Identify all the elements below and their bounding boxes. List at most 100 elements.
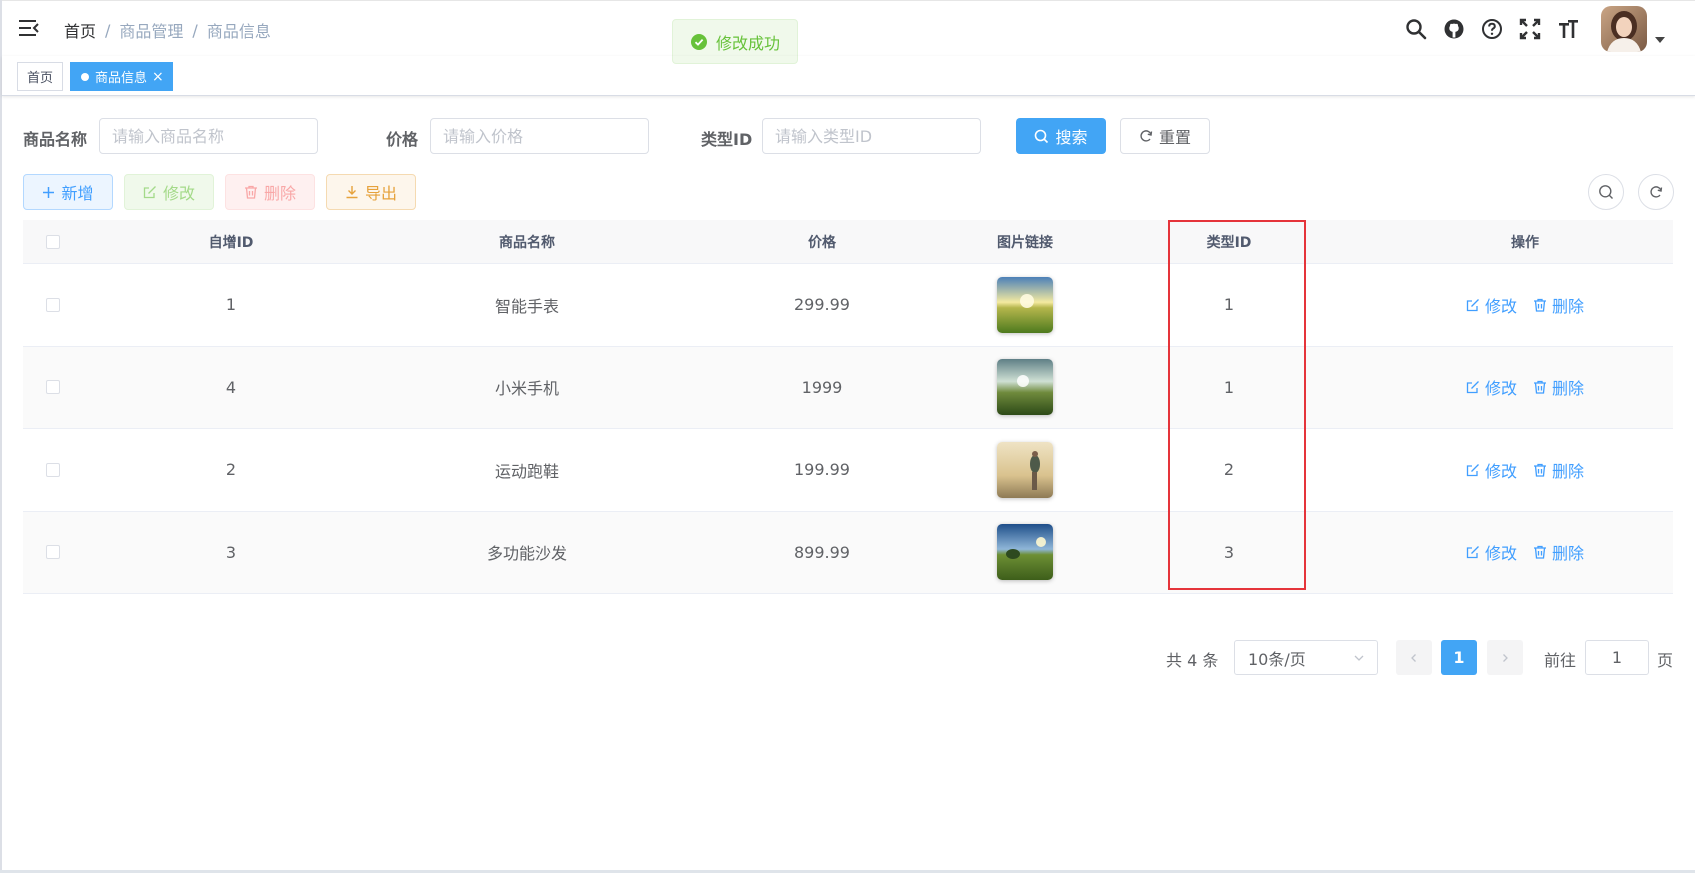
edit-button-label: 修改: [162, 184, 195, 203]
pagination-total: 共 4 条: [1166, 651, 1219, 670]
goto-label: 前往: [1544, 651, 1577, 670]
page-size-select[interactable]: 10条/页: [1234, 640, 1378, 675]
edit-button[interactable]: 修改: [124, 174, 214, 210]
search-icon: [1599, 185, 1613, 199]
cell-id: 4: [225, 377, 237, 397]
refresh-icon: [1650, 186, 1663, 198]
cell-name: 多功能沙发: [486, 544, 567, 564]
page-number-1[interactable]: 1: [1441, 640, 1477, 675]
font-size-icon[interactable]: [1549, 10, 1587, 48]
prev-page-button[interactable]: [1396, 640, 1432, 675]
chevron-down-icon: [1354, 655, 1364, 661]
add-button[interactable]: 新增: [23, 174, 113, 210]
cell-id: 1: [225, 295, 237, 315]
row-edit-button[interactable]: 修改: [1466, 458, 1517, 482]
toast-message: 修改成功: [716, 33, 781, 53]
active-dot-icon: [81, 72, 89, 81]
row-checkbox[interactable]: [46, 380, 60, 395]
type-id-input[interactable]: [762, 118, 981, 154]
cell-price: 899.99: [794, 542, 850, 562]
breadcrumb-separator: /: [105, 20, 111, 40]
reset-button[interactable]: 重置: [1120, 118, 1210, 154]
left-border: [0, 0, 2, 873]
chevron-left-icon: [1411, 653, 1416, 662]
close-icon[interactable]: ×: [152, 70, 164, 84]
breadcrumb-home[interactable]: 首页: [64, 18, 96, 42]
check-circle-icon: [691, 33, 707, 50]
row-delete-button[interactable]: 删除: [1533, 540, 1584, 564]
row-checkbox[interactable]: [46, 297, 60, 312]
search-icon[interactable]: [1397, 10, 1435, 48]
column-header-actions: 操作: [1511, 234, 1539, 251]
search-button[interactable]: 搜索: [1016, 118, 1106, 154]
highlight-box: [1168, 220, 1306, 590]
row-edit-button[interactable]: 修改: [1466, 540, 1517, 564]
toggle-search-button[interactable]: [1588, 174, 1624, 210]
avatar[interactable]: [1601, 6, 1647, 52]
product-image[interactable]: [997, 276, 1053, 333]
export-button[interactable]: 导出: [326, 174, 416, 210]
fullscreen-icon[interactable]: [1511, 10, 1549, 48]
edit-icon: [143, 186, 156, 199]
navbar: 首页 / 商品管理 / 商品信息: [2, 0, 1695, 56]
export-button-label: 导出: [364, 184, 397, 203]
next-page-button[interactable]: [1487, 640, 1523, 675]
page-size-value: 10条/页: [1248, 649, 1306, 669]
search-button-label: 搜索: [1055, 128, 1088, 147]
trash-icon: [1534, 298, 1546, 312]
price-input[interactable]: [430, 118, 649, 154]
goto-page-input[interactable]: [1585, 640, 1649, 675]
product-image[interactable]: [997, 441, 1053, 498]
column-header-name: 商品名称: [499, 234, 555, 251]
type-id-label: 类型ID: [701, 130, 753, 149]
row-delete-button[interactable]: 删除: [1533, 375, 1584, 399]
edit-icon: [1466, 298, 1479, 311]
github-icon[interactable]: [1435, 10, 1473, 48]
product-name-label: 商品名称: [23, 130, 88, 149]
breadcrumb-separator: /: [192, 20, 198, 40]
edit-icon: [1466, 546, 1479, 559]
trash-icon: [1534, 463, 1546, 477]
chevron-down-icon[interactable]: [1655, 37, 1665, 43]
cell-id: 3: [225, 542, 237, 562]
product-image[interactable]: [997, 359, 1053, 416]
breadcrumb: 首页 / 商品管理 / 商品信息: [64, 18, 271, 42]
breadcrumb-product-management: 商品管理: [119, 22, 184, 41]
cell-name: 小米手机: [494, 379, 559, 399]
download-icon: [346, 186, 358, 199]
hamburger-icon[interactable]: [18, 17, 40, 39]
page-suffix: 页: [1657, 651, 1674, 670]
column-header-price: 价格: [808, 234, 836, 251]
question-icon[interactable]: [1473, 10, 1511, 48]
table-row: 2 运动跑鞋 199.99 2 修改 删除: [23, 429, 1673, 512]
row-delete-button[interactable]: 删除: [1533, 458, 1584, 482]
cell-price: 1999: [801, 377, 843, 397]
reset-button-label: 重置: [1158, 128, 1191, 147]
tag-home[interactable]: 首页: [17, 62, 64, 91]
row-edit-button[interactable]: 修改: [1466, 293, 1517, 317]
delete-button[interactable]: 删除: [225, 174, 315, 210]
product-image[interactable]: [997, 524, 1053, 581]
cell-id: 2: [225, 460, 237, 480]
breadcrumb-product-info: 商品信息: [206, 22, 271, 41]
row-edit-button[interactable]: 修改: [1466, 375, 1517, 399]
trash-icon: [1534, 546, 1546, 559]
select-all-checkbox[interactable]: [46, 234, 60, 249]
right-menu: [1397, 1, 1695, 57]
tag-product-info[interactable]: 商品信息 ×: [70, 62, 173, 91]
product-name-input[interactable]: [99, 118, 318, 154]
edit-icon: [1466, 463, 1479, 476]
search-icon: [1035, 129, 1049, 143]
delete-button-label: 删除: [263, 184, 296, 203]
tag-label: 商品信息: [95, 71, 148, 86]
refresh-button[interactable]: [1638, 174, 1674, 210]
table-row: 3 多功能沙发 899.99 3 修改 删除: [23, 511, 1673, 594]
row-checkbox[interactable]: [46, 545, 60, 560]
row-delete-button[interactable]: 删除: [1533, 293, 1584, 317]
edit-icon: [1466, 381, 1479, 394]
row-checkbox[interactable]: [46, 462, 60, 477]
column-header-image: 图片链接: [997, 234, 1053, 251]
plus-icon: [43, 186, 55, 198]
user-menu[interactable]: [1601, 6, 1665, 52]
add-button-label: 新增: [61, 184, 94, 203]
